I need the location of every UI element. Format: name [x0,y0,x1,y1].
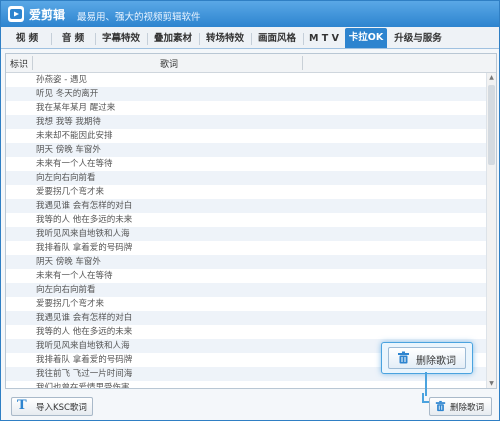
table-row[interactable]: 我等的人 他在多远的未来 [6,325,486,339]
table-row[interactable]: 孙燕姿 - 遇见 [6,73,486,87]
table-row[interactable]: 未来有一个人在等待 [6,269,486,283]
app-logo-icon [8,6,24,22]
table-row[interactable]: 阴天 傍晚 车窗外 [6,255,486,269]
table-row[interactable]: 我排着队 拿着爱的号码牌 [6,241,486,255]
table-row[interactable]: 爱要拐几个弯才来 [6,185,486,199]
tab-audio[interactable]: 音 频 [53,30,93,48]
tab-bar: 视 频 音 频 字幕特效 叠加素材 转场特效 画面风格 M T V 卡拉OK 升… [1,27,499,49]
delete-lyrics-callout: 删除歌词 [381,342,473,374]
table-row[interactable]: 未来却不能因此安排 [6,129,486,143]
trash-icon [397,351,410,367]
tab-picture-style[interactable]: 画面风格 [253,30,301,48]
column-separator[interactable] [302,56,303,70]
column-separator[interactable] [32,56,33,70]
tab-overlay-material[interactable]: 叠加素材 [149,30,197,48]
trash-icon [435,400,446,415]
table-row[interactable]: 我在某年某月 醒过来 [6,101,486,115]
tab-separator [251,33,252,45]
text-t-icon: T [17,398,27,413]
table-row[interactable]: 向左向右向前看 [6,283,486,297]
tab-separator [199,33,200,45]
table-row[interactable]: 我遇见谁 会有怎样的对白 [6,199,486,213]
lyrics-table: 标识 歌词 孙燕姿 - 遇见 听见 冬天的离开 我在某年某月 醒过来 我想 我等 我期… [5,53,497,389]
column-header-lyrics[interactable]: 歌词 [160,57,178,70]
scroll-up-icon[interactable]: ▲ [487,73,496,82]
tab-separator [51,33,52,45]
tab-transition-effects[interactable]: 转场特效 [201,30,249,48]
column-header-mark[interactable]: 标识 [10,57,28,70]
scroll-down-icon[interactable]: ▼ [487,379,496,388]
table-row[interactable]: 爱要拐几个弯才来 [6,297,486,311]
app-window: 爱剪辑 最易用、强大的视频剪辑软件 视 频 音 频 字幕特效 叠加素材 转场特效… [0,0,500,421]
vertical-scrollbar[interactable]: ▲ ▼ [486,73,496,388]
tab-video[interactable]: 视 频 [5,30,49,48]
tab-mtv[interactable]: M T V [305,30,343,48]
table-body: 孙燕姿 - 遇见 听见 冬天的离开 我在某年某月 醒过来 我想 我等 我期待 未来却不能… [6,73,486,388]
table-row[interactable]: 我想 我等 我期待 [6,115,486,129]
table-row[interactable]: 阴天 傍晚 车窗外 [6,143,486,157]
table-row[interactable]: 听见 冬天的离开 [6,87,486,101]
tab-separator [303,33,304,45]
tab-karaoke[interactable]: 卡拉OK [345,28,387,48]
table-row[interactable]: 未来有一个人在等待 [6,157,486,171]
callout-delete-button[interactable]: 删除歌词 [388,347,466,369]
app-slogan: 最易用、强大的视频剪辑软件 [77,12,201,23]
table-row[interactable]: 我等的人 他在多远的未来 [6,213,486,227]
delete-lyrics-button[interactable]: 删除歌词 [429,397,492,416]
table-row[interactable]: 我们也曾在爱情里受伤害 [6,381,486,388]
table-row[interactable]: 我遇见谁 会有怎样的对白 [6,311,486,325]
tab-separator [147,33,148,45]
scrollbar-thumb[interactable] [488,85,495,165]
title-bar: 爱剪辑 最易用、强大的视频剪辑软件 [1,1,499,27]
table-row[interactable]: 向左向右向前看 [6,171,486,185]
table-header: 标识 歌词 [6,54,496,73]
import-ksc-lyrics-button[interactable]: T 导入KSC歌词 [11,397,93,416]
tab-upgrade-service[interactable]: 升级与服务 [389,30,447,48]
tab-subtitle-effects[interactable]: 字幕特效 [97,30,145,48]
app-title: 爱剪辑 [29,8,66,22]
import-button-label: 导入KSC歌词 [36,403,87,413]
delete-button-label: 删除歌词 [450,403,485,413]
tab-separator [95,33,96,45]
callout-label: 删除歌词 [416,356,456,367]
table-row[interactable]: 我听见风来自地铁和人海 [6,227,486,241]
